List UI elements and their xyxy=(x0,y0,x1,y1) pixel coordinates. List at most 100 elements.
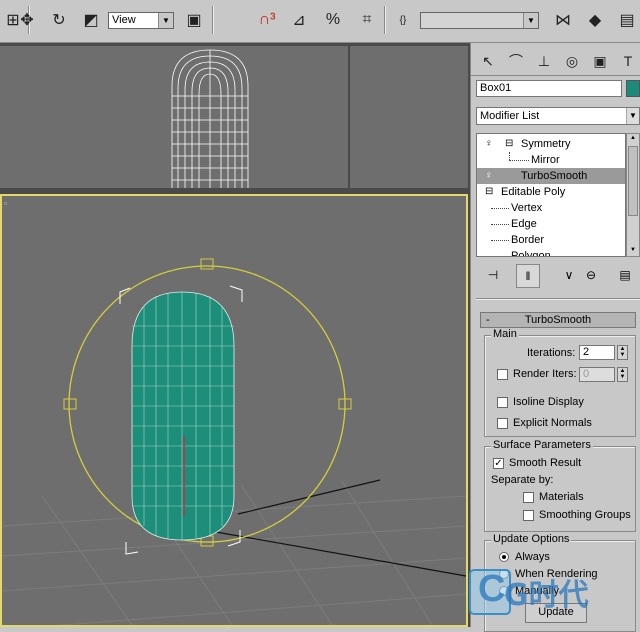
main-group-title: Main xyxy=(491,328,519,340)
smooth-result-label: Smooth Result xyxy=(509,457,582,469)
wireframe-mesh xyxy=(171,49,249,188)
explicit-normals-checkbox[interactable] xyxy=(497,418,508,429)
materials-checkbox[interactable] xyxy=(523,492,534,503)
stack-item-polygon[interactable]: Polygon xyxy=(477,248,625,257)
tree-line xyxy=(491,240,509,241)
motion-tab-icon[interactable]: ◎ xyxy=(559,49,585,73)
rotate-icon[interactable]: ↻ xyxy=(46,6,72,34)
make-unique-icon[interactable]: ∨ xyxy=(558,264,580,286)
stack-item-label: Edge xyxy=(511,218,537,230)
isoline-display-checkbox[interactable] xyxy=(497,397,508,408)
chevron-down-icon[interactable]: ▼ xyxy=(523,13,538,28)
scroll-up-icon[interactable]: ▲ xyxy=(628,135,638,143)
modifier-list-dropdown[interactable]: Modifier List ▼ xyxy=(476,107,640,125)
tree-line xyxy=(491,256,509,257)
render-iters-spinner[interactable]: 0 xyxy=(579,367,615,382)
gizmo-handle[interactable] xyxy=(63,398,77,410)
tree-line xyxy=(509,152,511,160)
smoothing-groups-label: Smoothing Groups xyxy=(539,509,631,521)
stack-item-edge[interactable]: Edge xyxy=(477,216,625,232)
stack-item-label: Vertex xyxy=(511,202,543,214)
spinner-snap-icon[interactable]: ⌗ xyxy=(354,6,380,34)
surface-parameters-group: Surface Parameters ✓ Smooth Result Separ… xyxy=(484,439,636,532)
stack-item-border[interactable]: Border xyxy=(477,232,625,248)
turbosmooth-mesh[interactable] xyxy=(131,291,235,541)
tree-line xyxy=(491,224,509,225)
edit-named-sel-icon[interactable]: {} xyxy=(390,6,416,34)
lightbulb-icon[interactable]: ♀ xyxy=(485,136,493,152)
stack-item-turbosmooth[interactable]: ♀ TurboSmooth xyxy=(477,168,625,184)
spinner-arrows-icon[interactable]: ▲ ▼ xyxy=(617,345,628,360)
show-end-result-icon[interactable]: ‖ xyxy=(516,264,540,288)
stack-item-label: Polygon xyxy=(511,250,551,257)
always-radio[interactable] xyxy=(499,552,509,562)
utilities-tab-icon[interactable]: T xyxy=(615,49,640,73)
spinner-arrows-icon[interactable]: ▲ ▼ xyxy=(617,367,628,382)
chevron-down-icon[interactable]: ▼ xyxy=(158,13,173,28)
main-toolbar: ⊞ ✥ ↻ ◩ View ▼ ▣ ∩³ ⊿ % ⌗ {} ▼ ⋈ ◆ ▤ xyxy=(0,0,640,43)
stack-item-vertex[interactable]: Vertex xyxy=(477,200,625,216)
stack-item-label: Border xyxy=(511,234,545,246)
move-icon[interactable]: ✥ xyxy=(14,6,40,34)
iterations-label: Iterations: xyxy=(527,347,576,359)
reference-coordinate-dropdown[interactable]: View ▼ xyxy=(108,12,174,29)
tree-line xyxy=(491,208,509,209)
stack-scrollbar[interactable]: ▲ ▼ xyxy=(626,133,640,257)
stack-item-symmetry[interactable]: ♀ ⊟ Symmetry xyxy=(477,136,625,152)
modifier-list-label: Modifier List xyxy=(480,110,540,122)
object-color-swatch[interactable] xyxy=(626,80,640,97)
stack-item-editable-poly[interactable]: ⊟ Editable Poly xyxy=(477,184,625,200)
lightbulb-icon[interactable]: ♀ xyxy=(485,168,493,184)
toolbar-separator xyxy=(384,6,386,34)
use-pivot-icon[interactable]: ▣ xyxy=(181,6,207,34)
separate-by-label: Separate by: xyxy=(491,474,554,486)
iterations-spinner[interactable]: 2 xyxy=(579,345,615,360)
snap-icon[interactable]: ∩³ xyxy=(254,6,280,34)
configure-sets-icon[interactable]: ▤ xyxy=(614,264,636,286)
stack-item-mirror[interactable]: Mirror xyxy=(477,152,625,168)
always-label: Always xyxy=(515,551,550,563)
left-viewport[interactable] xyxy=(350,46,468,188)
stack-item-label: Symmetry xyxy=(521,138,571,150)
viewport-label[interactable]: ▫ xyxy=(4,198,7,208)
align-icon[interactable]: ◆ xyxy=(582,6,608,34)
update-options-title: Update Options xyxy=(491,533,572,545)
watermark-logo: C G时代 xyxy=(468,566,640,627)
collapse-icon[interactable]: ⊟ xyxy=(505,136,513,152)
scale-icon[interactable]: ◩ xyxy=(78,6,104,34)
named-selection-field[interactable]: ▼ xyxy=(420,12,539,29)
stack-item-label: TurboSmooth xyxy=(521,170,588,182)
mirror-icon[interactable]: ⋈ xyxy=(550,6,576,34)
display-tab-icon[interactable]: ▣ xyxy=(587,49,613,73)
scroll-thumb[interactable] xyxy=(628,146,638,216)
object-name-field[interactable]: Box01 xyxy=(476,80,622,97)
isoline-display-label: Isoline Display xyxy=(513,396,584,408)
modify-tab-icon[interactable]: ⌒ xyxy=(503,49,529,73)
view-select-value: View xyxy=(112,14,136,26)
collapse-icon[interactable]: ⊟ xyxy=(485,184,493,200)
hierarchy-tab-icon[interactable]: ⊥ xyxy=(531,49,557,73)
create-tab-icon[interactable]: ↖ xyxy=(475,49,501,73)
render-iters-checkbox[interactable] xyxy=(497,369,508,380)
modifier-stack[interactable]: ♀ ⊟ Symmetry Mirror ♀ TurboSmooth ⊟ Edit… xyxy=(476,133,626,257)
perspective-scene: ▫ xyxy=(1,198,467,626)
front-viewport[interactable] xyxy=(0,46,348,188)
chevron-down-icon[interactable]: ▼ xyxy=(626,108,639,124)
smooth-result-checkbox[interactable]: ✓ xyxy=(493,458,504,469)
gizmo-handle[interactable] xyxy=(200,258,214,270)
front-wireframe xyxy=(171,49,249,188)
angle-snap-icon[interactable]: ⊿ xyxy=(286,6,312,34)
scroll-down-icon[interactable]: ▼ xyxy=(628,247,638,255)
surface-parameters-title: Surface Parameters xyxy=(491,439,593,451)
percent-snap-icon[interactable]: % xyxy=(320,6,346,34)
pin-stack-icon[interactable]: ⊣ xyxy=(482,264,504,286)
smoothing-groups-checkbox[interactable] xyxy=(523,510,534,521)
remove-modifier-icon[interactable]: ⊖ xyxy=(580,264,602,286)
material-editor-icon[interactable]: ▤ xyxy=(614,6,640,34)
turbosmooth-rollout-header[interactable]: - TurboSmooth xyxy=(480,312,636,328)
watermark-text: G时代 xyxy=(504,578,589,613)
stack-toolbar: ⊣ ‖ ∨ ⊖ ▤ xyxy=(476,262,640,290)
perspective-viewport[interactable]: ▫ xyxy=(0,194,468,627)
rollout-title: TurboSmooth xyxy=(524,314,592,326)
materials-label: Materials xyxy=(539,491,584,503)
